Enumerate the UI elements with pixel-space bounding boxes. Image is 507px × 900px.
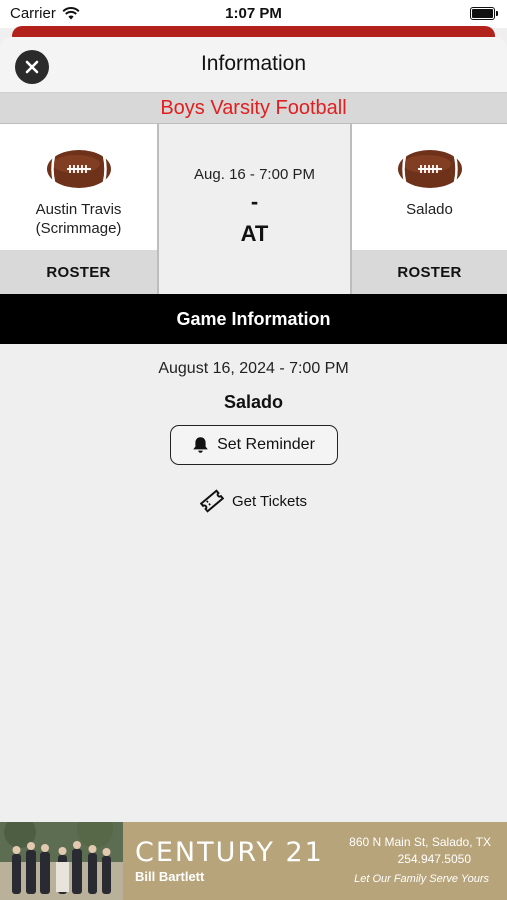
game-date-full: August 16, 2024 - 7:00 PM <box>158 360 349 377</box>
home-roster-button[interactable]: ROSTER <box>0 250 157 294</box>
sponsor-details: CENTURY 21 Bill Bartlett 860 N Main St, … <box>123 822 507 900</box>
sponsor-brand: CENTURY 21 <box>135 837 324 868</box>
game-location: Salado <box>223 392 284 412</box>
game-date-short: Aug. 16 - 7:00 PM <box>194 166 315 183</box>
information-sheet: Information Boys Varsity Football Austin… <box>0 37 507 900</box>
home-team-name-line2: (Scrimmage) <box>35 220 122 237</box>
game-information-body: August 16, 2024 - 7:00 PM Salado Set Rem… <box>0 344 507 513</box>
sport-title: Boys Varsity Football <box>160 96 347 119</box>
get-tickets-label: Get Tickets <box>231 492 308 510</box>
game-score: - <box>250 189 259 214</box>
page-title: Information <box>200 52 307 75</box>
away-team-name: Salado <box>406 201 453 218</box>
home-team-name-line1: Austin Travis <box>35 201 122 218</box>
football-icon <box>397 150 462 188</box>
status-bar: Carrier 1:07 PM <box>0 0 507 28</box>
away-team-info: Salado <box>352 124 507 250</box>
sheet-header: Information <box>0 37 507 92</box>
sponsor-address: 860 N Main St, Salado, TX <box>349 835 491 849</box>
game-information-header: Game Information <box>0 294 507 344</box>
sponsor-family-photo <box>0 822 123 900</box>
football-icon <box>46 150 111 188</box>
family-photo-illustration <box>0 822 123 900</box>
matchup-panel: Austin Travis (Scrimmage) ROSTER Aug. 16… <box>0 124 507 294</box>
ticket-icon <box>199 489 224 513</box>
away-roster-button[interactable]: ROSTER <box>352 250 507 294</box>
away-team-card: Salado ROSTER <box>352 124 507 294</box>
sponsor-agent: Bill Bartlett <box>135 869 205 884</box>
sport-bar: Boys Varsity Football <box>0 92 507 124</box>
sponsor-tagline: Let Our Family Serve Yours <box>354 873 489 885</box>
home-team-card: Austin Travis (Scrimmage) ROSTER <box>0 124 157 294</box>
get-tickets-link[interactable]: Get Tickets <box>199 489 308 513</box>
battery-icon <box>470 7 498 20</box>
set-reminder-button[interactable]: Set Reminder <box>169 425 338 465</box>
status-time: 1:07 PM <box>225 5 282 22</box>
sponsor-banner[interactable]: CENTURY 21 Bill Bartlett 860 N Main St, … <box>0 822 507 900</box>
sponsor-phone: 254.947.5050 <box>397 852 471 866</box>
bell-icon <box>193 437 208 453</box>
set-reminder-label: Set Reminder <box>217 436 315 453</box>
game-summary: Aug. 16 - 7:00 PM - AT <box>159 124 350 294</box>
home-team-info: Austin Travis (Scrimmage) <box>0 124 157 250</box>
game-at-label: AT <box>240 221 269 246</box>
home-team-name: Austin Travis (Scrimmage) <box>36 200 122 238</box>
